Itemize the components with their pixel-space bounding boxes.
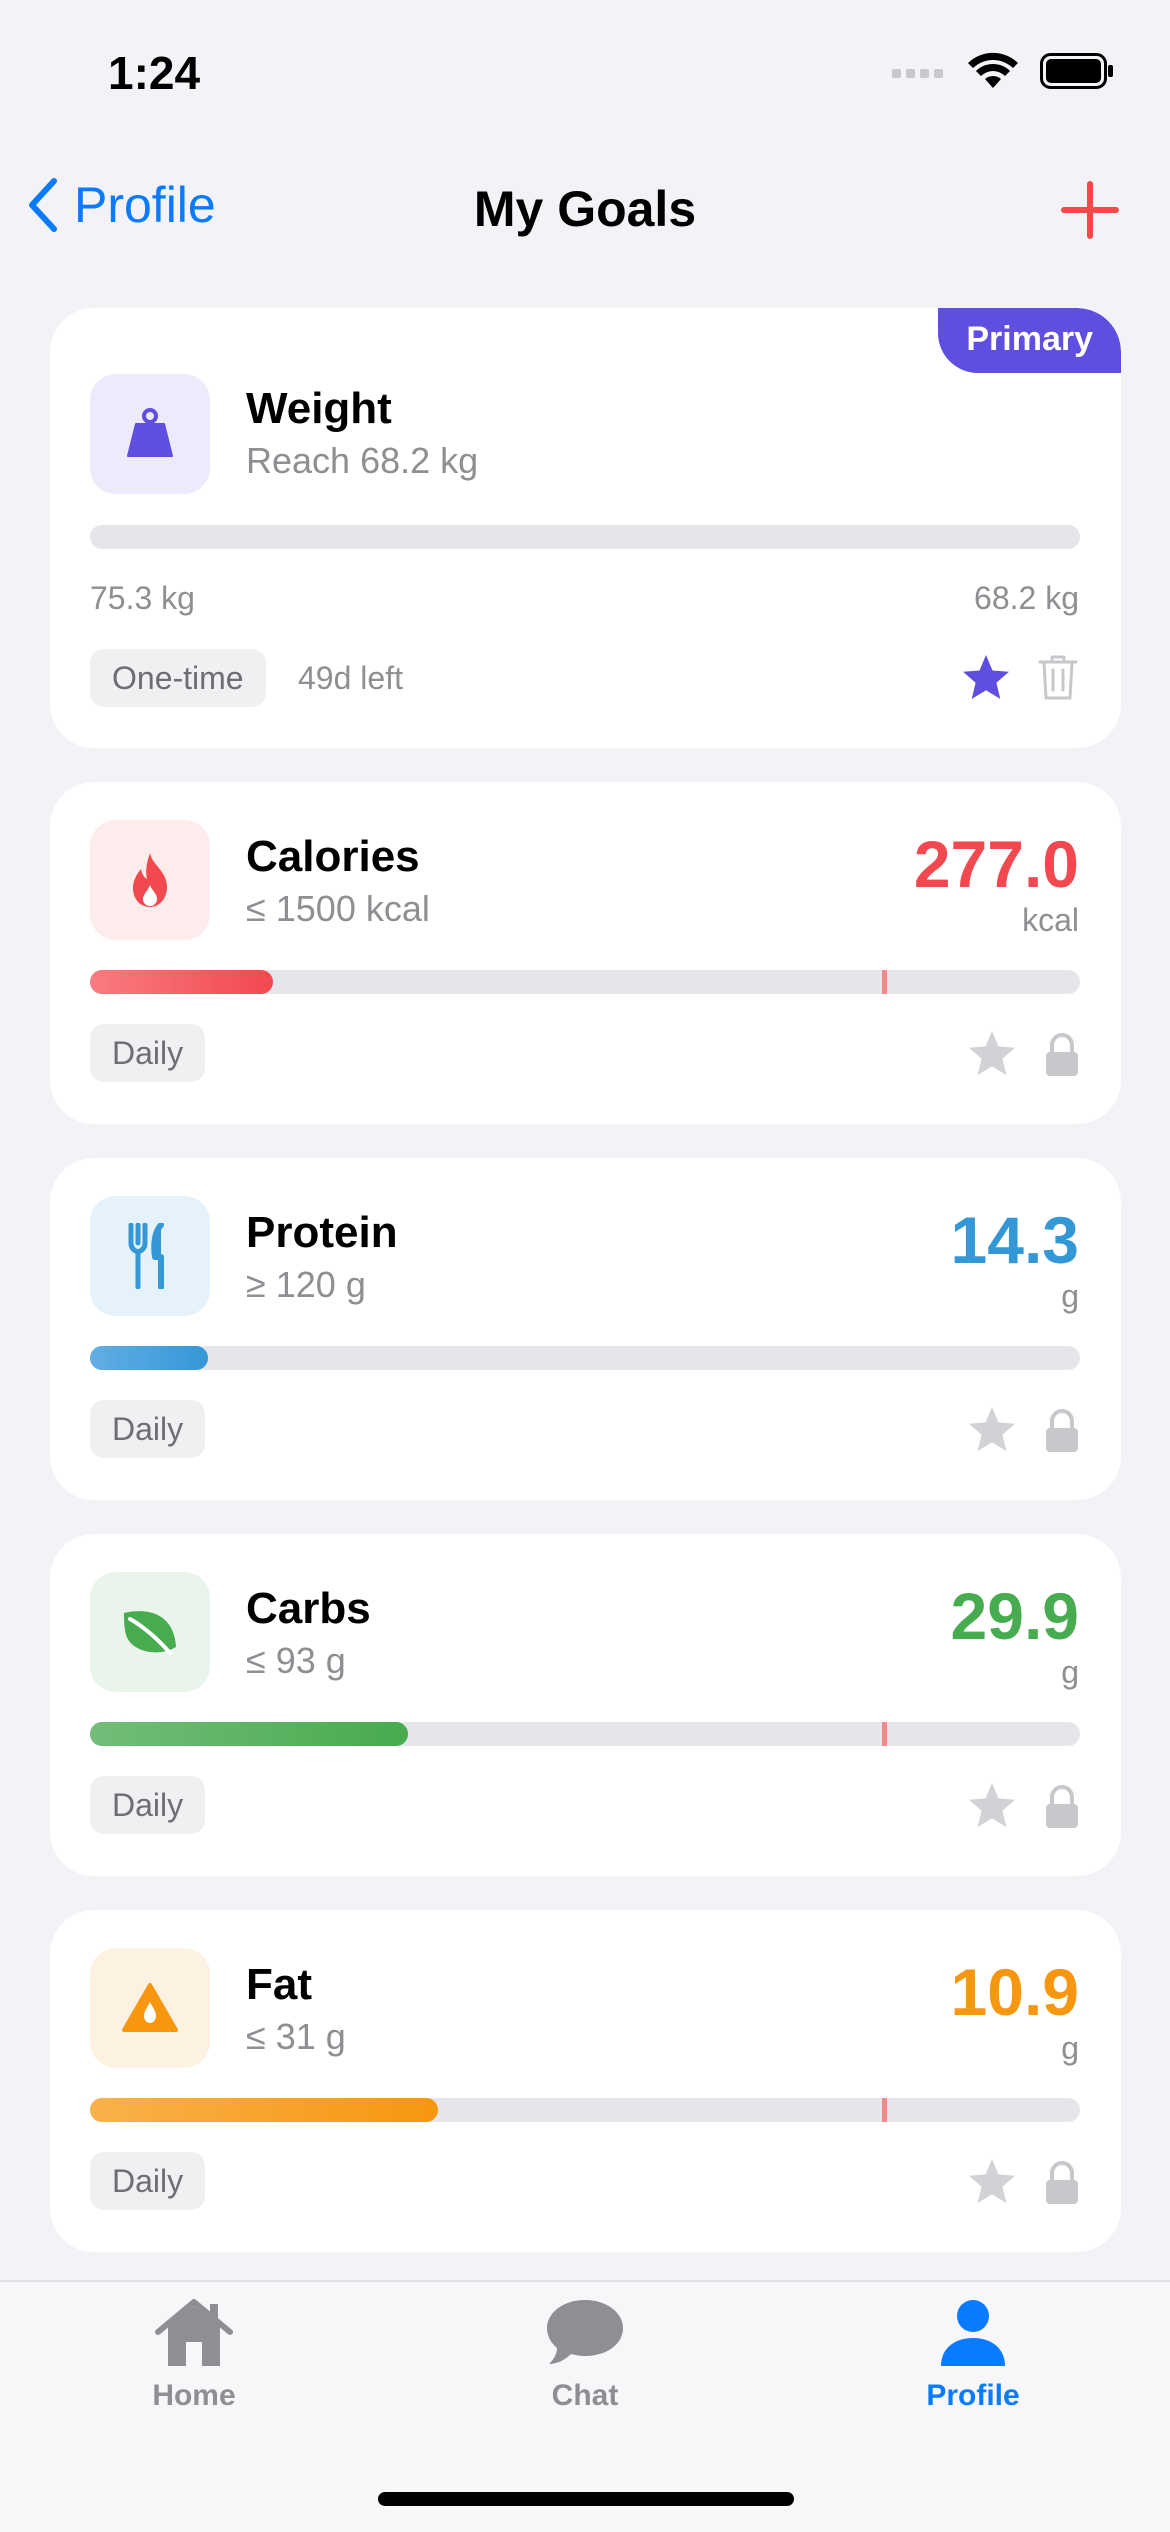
lock-icon [1046, 1033, 1078, 1076]
page-title: My Goals [473, 181, 697, 237]
status-time: 1:24 [108, 47, 201, 99]
goal-name: Weight [246, 384, 392, 433]
house-icon [155, 2299, 233, 2366]
progress-track [90, 525, 1080, 549]
tab-label: Home [152, 2379, 236, 2412]
add-goal-button[interactable] [1060, 180, 1120, 240]
goal-target: ≤ 93 g [246, 1640, 346, 1681]
tab-home[interactable]: Home [74, 2296, 314, 2413]
wifi-icon [968, 52, 1018, 88]
goal-unit: kcal [1022, 902, 1079, 938]
icon-tile [90, 1948, 210, 2068]
progress-track [90, 1722, 1080, 1746]
goal-target: ≤ 1500 kcal [246, 888, 430, 929]
goal-value: 14.3 [950, 1203, 1079, 1277]
goal-name: Carbs [246, 1584, 371, 1633]
navigation-bar: Profile My Goals [0, 160, 1170, 260]
goal-unit: g [1061, 1278, 1079, 1314]
weight-icon [127, 408, 173, 457]
star-icon[interactable] [966, 1404, 1018, 1456]
star-icon[interactable] [966, 1028, 1018, 1080]
icon-tile [90, 1196, 210, 1316]
goal-limit-marker [882, 2098, 887, 2122]
progress-track [90, 2098, 1080, 2122]
goal-target: Reach 68.2 kg [246, 440, 479, 481]
chat-bubble-icon [547, 2300, 623, 2364]
goal-value: 10.9 [950, 1955, 1079, 2029]
frequency-chip: Daily [90, 1024, 206, 1082]
progress-fill [90, 1722, 408, 1746]
goal-unit: g [1061, 2030, 1079, 2066]
goal-value: 29.9 [950, 1579, 1079, 1653]
lock-icon [1046, 1409, 1078, 1452]
frequency-chip: Daily [90, 2152, 206, 2210]
leaf-icon [124, 1611, 176, 1655]
lock-icon [1046, 2161, 1078, 2204]
tab-profile[interactable]: Profile [853, 2296, 1093, 2413]
star-icon[interactable] [966, 2156, 1018, 2208]
star-icon[interactable] [960, 652, 1012, 704]
goal-target: ≤ 31 g [246, 2016, 346, 2057]
goal-unit: g [1061, 1654, 1079, 1690]
tab-label: Profile [926, 2379, 1020, 2412]
goal-name: Calories [246, 832, 420, 881]
goal-card-fat[interactable]: Fat ≤ 31 g 10.9 g Daily [50, 1910, 1121, 2252]
progress-fill [90, 2098, 439, 2122]
battery-icon [1040, 53, 1113, 89]
trash-icon[interactable] [1036, 652, 1080, 702]
drop-triangle-icon [122, 1983, 178, 2032]
status-bar: 1:24 [0, 0, 1170, 150]
icon-tile [90, 820, 210, 940]
progress-fill [90, 1346, 208, 1370]
progress-fill [90, 970, 274, 994]
goal-card-carbs[interactable]: Carbs ≤ 93 g 29.9 g Daily [50, 1534, 1121, 1876]
icon-tile [90, 374, 210, 494]
goal-target: ≥ 120 g [246, 1264, 366, 1305]
icon-tile [90, 1572, 210, 1692]
target-value: 68.2 kg [974, 580, 1079, 616]
goal-name: Protein [246, 1208, 398, 1257]
frequency-chip: Daily [90, 1400, 206, 1458]
goal-card-weight[interactable]: Primary Weight Reach 68.2 kg 75.3 kg 68.… [50, 308, 1121, 748]
progress-track [90, 970, 1080, 994]
tab-label: Chat [551, 2379, 619, 2412]
goal-limit-marker [882, 970, 887, 994]
goal-name: Fat [246, 1960, 312, 2009]
primary-badge: Primary [938, 308, 1121, 373]
home-indicator [378, 2492, 794, 2506]
goal-value: 277.0 [913, 827, 1079, 901]
fork-knife-icon [128, 1223, 164, 1289]
start-value: 75.3 kg [90, 580, 195, 616]
cellular-signal-icon [892, 69, 943, 78]
time-left: 49d left [298, 660, 403, 696]
status-icons [892, 52, 1114, 90]
star-icon[interactable] [966, 1780, 1018, 1832]
goal-limit-marker [882, 1722, 887, 1746]
tab-chat[interactable]: Chat [465, 2296, 705, 2413]
lock-icon [1046, 1785, 1078, 1828]
goal-card-protein[interactable]: Protein ≥ 120 g 14.3 g Daily [50, 1158, 1121, 1500]
frequency-chip: Daily [90, 1776, 206, 1834]
progress-track [90, 1346, 1080, 1370]
flame-icon [133, 853, 167, 907]
person-icon [941, 2300, 1005, 2366]
frequency-chip: One-time [90, 649, 266, 707]
goal-card-calories[interactable]: Calories ≤ 1500 kcal 277.0 kcal Daily [50, 782, 1121, 1124]
